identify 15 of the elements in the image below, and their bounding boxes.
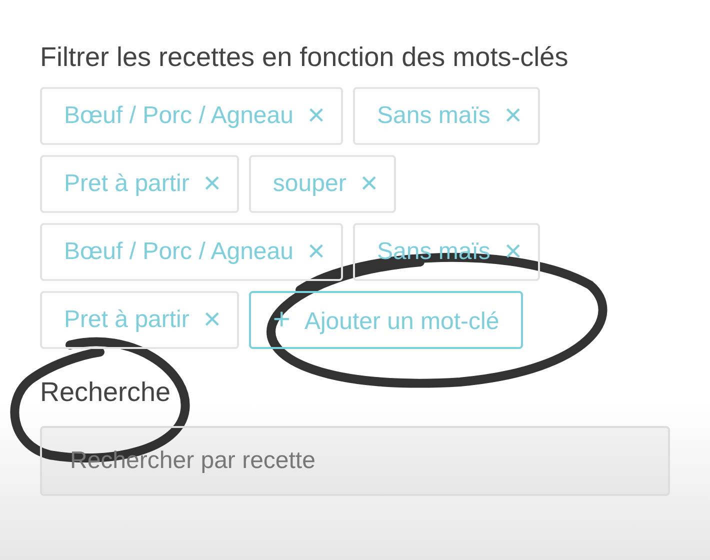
search-field[interactable]: Rechercher par recette: [40, 426, 670, 496]
tag-label: Pret à partir: [64, 170, 190, 198]
filter-heading: Filtrer les recettes en fonction des mots-clés: [40, 42, 570, 73]
tag-label: Bœuf / Porc / Agneau: [64, 102, 294, 130]
search-heading: Recherche: [40, 377, 172, 408]
remove-button[interactable]: ×: [307, 237, 325, 267]
tag-label: Pret à partir: [64, 306, 190, 334]
remove-button[interactable]: ×: [203, 305, 221, 335]
remove-button[interactable]: ×: [203, 169, 221, 199]
tag-label: souper: [272, 170, 346, 198]
remove-button[interactable]: ×: [307, 101, 325, 131]
remove-button[interactable]: ×: [504, 101, 522, 131]
tag-label: Sans maïs: [376, 102, 490, 130]
tag-label: Bœuf / Porc / Agneau: [64, 238, 294, 266]
remove-button[interactable]: ×: [360, 169, 378, 199]
